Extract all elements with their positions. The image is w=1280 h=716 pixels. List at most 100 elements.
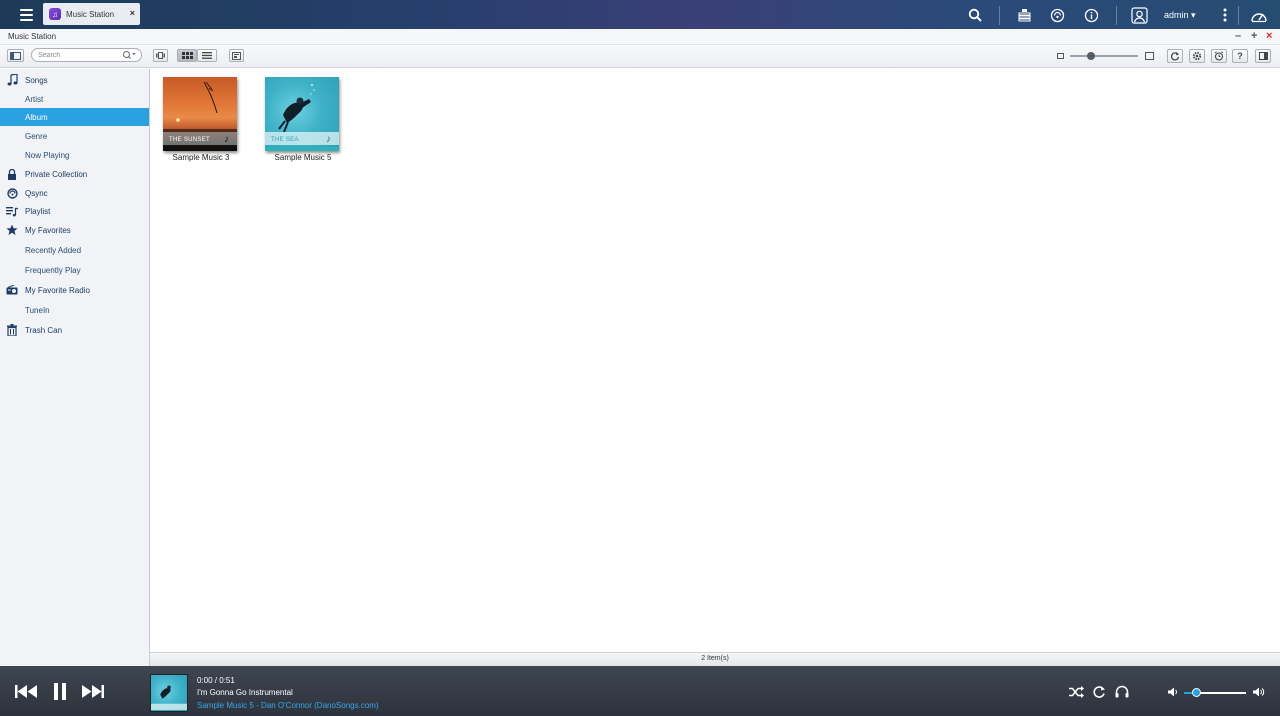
album-title[interactable]: Sample Music 3 — [159, 153, 243, 162]
grid-view-icon — [181, 52, 193, 59]
radio-icon — [6, 284, 18, 296]
sidebar-item-label: Playlist — [25, 206, 51, 216]
now-playing-artist-link[interactable]: Sample Music 5 - Dan O'Connor (DanoSongs… — [197, 701, 379, 710]
sidebar-item-trash-can[interactable]: Trash Can — [0, 321, 149, 339]
sidebar-item-my-favorites[interactable]: My Favorites — [0, 221, 149, 239]
volume-low-icon — [1168, 687, 1177, 697]
app-tab-music-station[interactable]: ♫ Music Station × — [43, 3, 140, 25]
music-note-icon: ♪ — [224, 134, 229, 145]
sidebar-item-now-playing[interactable]: Now Playing — [0, 146, 149, 164]
divider — [1238, 6, 1239, 25]
sidebar-item-label: My Favorites — [25, 225, 71, 235]
album-details-view-button[interactable] — [229, 49, 244, 62]
repeat-icon — [1092, 685, 1105, 698]
skip-previous-icon — [15, 684, 37, 698]
external-device-icon[interactable] — [1048, 6, 1066, 24]
output-device-button[interactable] — [1113, 684, 1130, 699]
diver-artwork — [151, 685, 187, 710]
sidebar-item-label: Genre — [25, 131, 48, 141]
trash-icon — [6, 324, 18, 336]
more-options-icon[interactable] — [1216, 6, 1234, 24]
search-options-icon[interactable] — [122, 50, 136, 62]
album-cover-text: THE SUNSET — [169, 137, 211, 143]
volume-max-button[interactable] — [1252, 686, 1265, 698]
alarm-button[interactable] — [1211, 49, 1227, 63]
sidebar-toggle-icon — [10, 51, 21, 60]
now-playing-title: I'm Gonna Go Instrumental — [197, 688, 293, 697]
pause-button[interactable] — [51, 682, 69, 700]
status-bar: 2 Item(s) — [150, 652, 1280, 666]
main-menu-button[interactable] — [12, 4, 40, 26]
dashboard-gauge-icon[interactable] — [1250, 6, 1268, 24]
sidebar-item-label: Songs — [25, 75, 48, 85]
sidebar-item-genre[interactable]: Genre — [0, 127, 149, 145]
mute-button[interactable] — [1167, 686, 1179, 698]
headphones-icon — [1115, 685, 1128, 698]
slider-handle[interactable] — [1087, 52, 1095, 60]
close-window-icon[interactable]: × — [1266, 30, 1272, 42]
search-input[interactable] — [38, 49, 124, 61]
album-cover-sea[interactable]: THE SEA ♪ — [265, 77, 339, 151]
album-grid: THE SUNSET ♪ Sample Music 3 THE SEA ♪ Sa… — [150, 69, 1280, 652]
background-tasks-icon[interactable] — [1015, 6, 1033, 24]
search-icon[interactable] — [966, 6, 984, 24]
sidebar-item-frequently-play[interactable]: Frequently Play — [0, 261, 149, 279]
small-thumbnail-icon[interactable] — [1057, 53, 1064, 59]
refresh-button[interactable] — [1167, 49, 1183, 63]
user-avatar-icon[interactable] — [1130, 6, 1148, 24]
star-icon — [6, 224, 18, 236]
sidebar-item-label: Qsync — [25, 188, 48, 198]
toggle-panel-button[interactable] — [1255, 49, 1271, 63]
cover-flow-view-button[interactable] — [153, 49, 168, 62]
sidebar-item-recently-added[interactable]: Recently Added — [0, 241, 149, 259]
thumbnail-size-slider[interactable] — [1070, 55, 1138, 57]
maximize-icon[interactable]: + — [1251, 30, 1257, 42]
sidebar-item-my-favorite-radio[interactable]: My Favorite Radio — [0, 281, 149, 299]
large-thumbnail-icon[interactable] — [1145, 52, 1154, 60]
top-bar: ♫ Music Station × admin ▾ — [0, 0, 1280, 29]
user-name-menu[interactable]: admin ▾ — [1164, 10, 1196, 21]
item-count: 2 Item(s) — [701, 655, 729, 662]
gear-icon — [1192, 51, 1202, 61]
player-bar: 0:00 / 0:51 I'm Gonna Go Instrumental Sa… — [0, 666, 1280, 716]
sidebar-item-label: Now Playing — [25, 150, 70, 160]
settings-button[interactable] — [1189, 49, 1205, 63]
album-cover-sunset[interactable]: THE SUNSET ♪ — [163, 77, 237, 151]
music-note-icon: ♪ — [326, 134, 331, 145]
minimize-icon[interactable]: – — [1235, 30, 1241, 42]
sidebar-item-artist[interactable]: Artist — [0, 90, 149, 108]
sidebar-item-private-collection[interactable]: Private Collection — [0, 165, 149, 183]
toggle-sidebar-button[interactable] — [7, 49, 24, 62]
search-box[interactable] — [31, 48, 142, 62]
thumbnail-view-button[interactable] — [177, 49, 197, 62]
music-note-icon — [6, 74, 18, 86]
help-button[interactable]: ? — [1232, 49, 1248, 63]
close-tab-icon[interactable]: × — [130, 8, 135, 18]
playback-time: 0:00 / 0:51 — [197, 676, 235, 685]
sidebar-item-tunein[interactable]: TuneIn — [0, 301, 149, 319]
sidebar-item-qsync[interactable]: Qsync — [0, 184, 149, 202]
album-title[interactable]: Sample Music 5 — [261, 153, 345, 162]
now-playing-album-art[interactable] — [150, 674, 188, 712]
list-view-button[interactable] — [197, 49, 217, 62]
volume-slider-handle[interactable] — [1192, 688, 1202, 697]
sidebar-item-album[interactable]: Album — [0, 108, 149, 126]
next-track-button[interactable] — [81, 683, 105, 699]
volume-high-icon — [1252, 687, 1264, 697]
repeat-button[interactable] — [1090, 684, 1107, 699]
shuffle-button[interactable] — [1067, 684, 1085, 699]
sidebar-item-songs[interactable]: Songs — [0, 71, 149, 89]
details-view-icon — [232, 51, 241, 60]
shuffle-icon — [1068, 685, 1084, 698]
side-panel-icon — [1258, 52, 1268, 60]
skip-next-icon — [82, 684, 104, 698]
app-tab-label: Music Station — [66, 9, 115, 19]
divider — [999, 6, 1000, 25]
previous-track-button[interactable] — [14, 683, 38, 699]
sidebar-item-playlist[interactable]: Playlist — [0, 202, 149, 220]
sidebar-item-label: Artist — [25, 94, 44, 104]
app-window-title: Music Station — [8, 32, 57, 41]
sidebar: Songs Artist Album Genre Now Playing Pri… — [0, 69, 150, 666]
lock-icon — [6, 168, 18, 180]
info-icon[interactable] — [1082, 6, 1100, 24]
